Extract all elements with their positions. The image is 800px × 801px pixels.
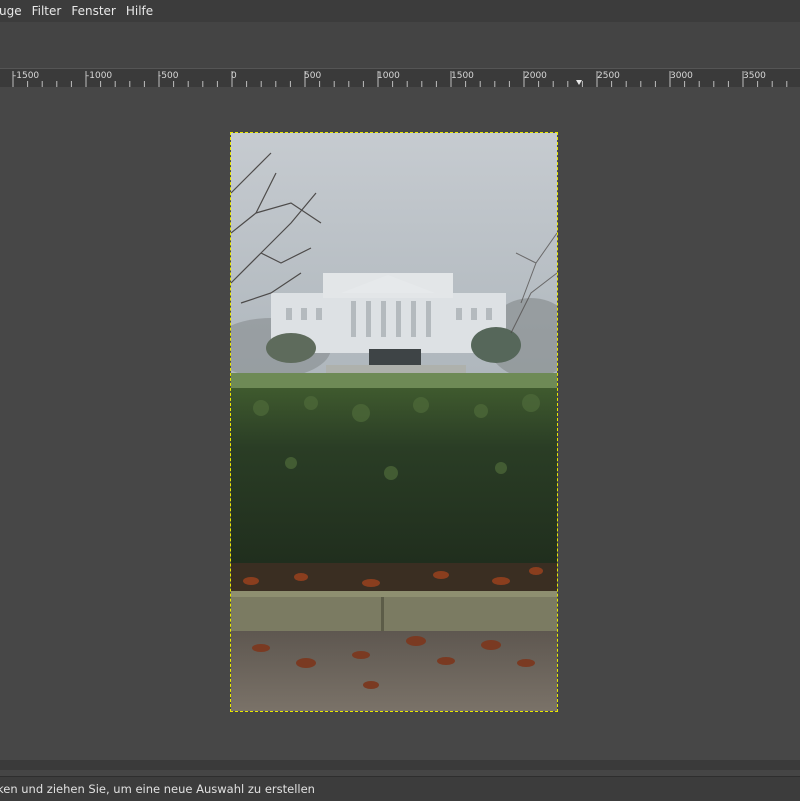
menu-tools[interactable]: uge (0, 4, 27, 18)
ruler-label: 3500 (743, 71, 766, 81)
horizontal-scrollbar[interactable] (0, 760, 800, 770)
menu-bar: uge Filter Fenster Hilfe (0, 0, 800, 22)
ruler-label: 0 (231, 71, 237, 81)
tool-options-area (0, 22, 800, 68)
horizontal-ruler[interactable]: -1500 -1000 -500 0 500 1000 1500 2000 25… (0, 68, 800, 88)
ruler-label: -500 (158, 71, 179, 81)
ruler-label: -1000 (86, 71, 113, 81)
ruler-label: -1500 (13, 71, 40, 81)
status-bar: ken und ziehen Sie, um eine neue Auswahl… (0, 776, 800, 801)
ruler-pointer-marker (576, 80, 582, 85)
status-message: ken und ziehen Sie, um eine neue Auswahl… (0, 782, 315, 796)
menu-help[interactable]: Hilfe (121, 4, 158, 18)
ruler-label: 3000 (670, 71, 693, 81)
menu-filter[interactable]: Filter (27, 4, 67, 18)
ruler-label: 2500 (597, 71, 620, 81)
ruler-label: 2000 (524, 71, 547, 81)
photo-foggy-palace (231, 133, 557, 711)
ruler-label: 1000 (377, 71, 400, 81)
ruler-label: 500 (304, 71, 322, 81)
image-canvas[interactable] (231, 133, 557, 711)
ruler-label: 1500 (451, 71, 474, 81)
menu-windows[interactable]: Fenster (66, 4, 121, 18)
